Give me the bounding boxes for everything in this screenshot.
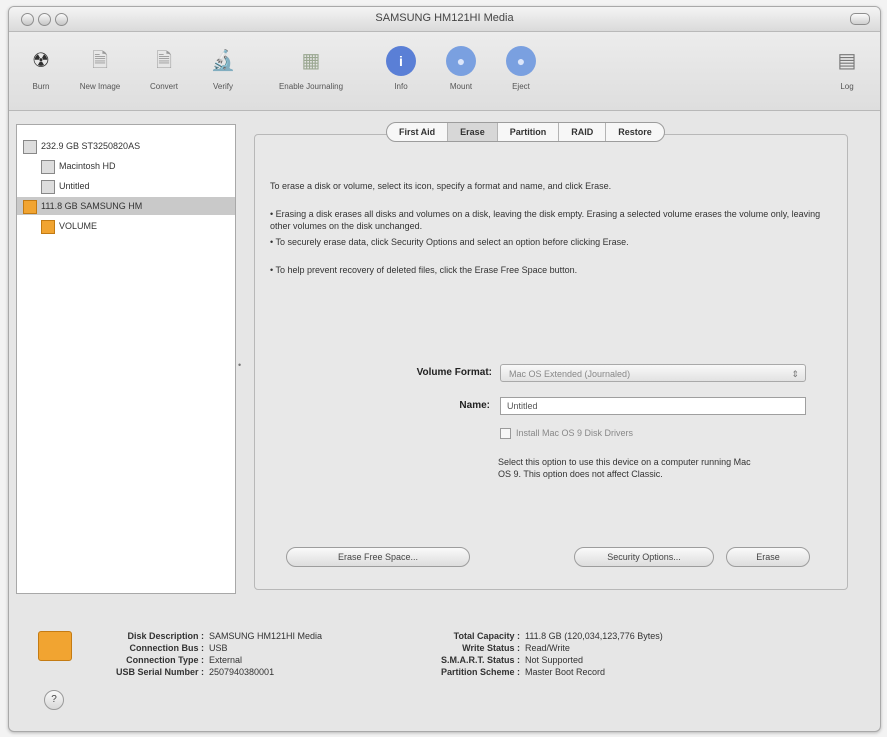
smart-status-row: S.M.A.R.T. Status : Not Supported xyxy=(440,655,584,665)
window-title: SAMSUNG HM121HI Media xyxy=(375,12,514,24)
new-image-icon: 🗎 xyxy=(91,50,109,72)
checkbox-icon xyxy=(500,428,511,440)
volume-item-untitled[interactable]: Untitled xyxy=(41,177,229,195)
connection-type-row: Connection Type : External xyxy=(126,655,243,665)
write-status-row: Write Status : Read/Write xyxy=(462,643,570,653)
erase-note-free-space: • To help prevent recovery of deleted fi… xyxy=(270,265,578,275)
security-options-button[interactable]: Security Options... xyxy=(574,547,714,567)
erase-panel xyxy=(254,134,848,590)
split-view-handle[interactable]: • xyxy=(238,360,248,372)
hard-disk-icon xyxy=(23,139,37,154)
partition-scheme-row: Partition Scheme : Master Boot Record xyxy=(440,667,606,677)
tab-raid[interactable]: RAID xyxy=(559,123,607,141)
disk-info-right: Total Capacity :111.8 GB (120,034,123,77… xyxy=(400,630,663,678)
volume-item-volume[interactable]: VOLUME xyxy=(41,217,229,235)
mount-button[interactable]: ● Mount xyxy=(441,46,481,91)
updown-arrows-icon: ⇕ xyxy=(791,369,799,379)
new-image-button[interactable]: 🗎 New Image xyxy=(71,46,129,91)
enable-journaling-button[interactable]: ▦ Enable Journaling xyxy=(259,46,363,91)
disk-info-left: Disk Description : SAMSUNG HM121HI Media … xyxy=(94,630,322,678)
eject-button[interactable]: ● Eject xyxy=(501,46,541,91)
volume-icon xyxy=(41,179,55,194)
info-button[interactable]: i Info xyxy=(381,46,421,91)
erase-button[interactable]: Erase xyxy=(726,547,810,567)
disk-item-st3250820as[interactable]: 232.9 GB ST3250820AS xyxy=(23,137,229,155)
erase-note-security: • To securely erase data, click Security… xyxy=(270,237,629,247)
install-mac-os9-drivers-checkbox[interactable]: Install Mac OS 9 Disk Drivers xyxy=(500,428,633,440)
disk-list[interactable]: 232.9 GB ST3250820AS Macintosh HD Untitl… xyxy=(16,124,236,594)
name-label: Name: xyxy=(459,400,490,411)
toolbar-toggle-button[interactable] xyxy=(850,13,870,25)
volume-icon xyxy=(41,159,55,174)
selected-disk-icon xyxy=(38,631,72,661)
mount-icon: ● xyxy=(446,46,476,76)
tab-partition[interactable]: Partition xyxy=(498,123,560,141)
convert-button[interactable]: 🗎 Convert xyxy=(139,46,189,91)
connection-bus-row: Connection Bus : USB xyxy=(129,643,228,653)
erase-note-disk: • Erasing a disk erases all disks and vo… xyxy=(270,209,821,231)
eject-icon: ● xyxy=(506,46,536,76)
tab-restore[interactable]: Restore xyxy=(606,123,664,141)
tab-bar: First Aid Erase Partition RAID Restore xyxy=(386,122,665,142)
total-capacity-row: Total Capacity :111.8 GB (120,034,123,77… xyxy=(453,631,663,641)
log-button[interactable]: ▤ Log xyxy=(827,46,867,91)
name-input[interactable]: Untitled xyxy=(500,397,806,415)
external-disk-icon xyxy=(23,199,37,214)
external-volume-icon xyxy=(41,219,55,234)
burn-button[interactable]: ☢ Burn xyxy=(19,46,63,91)
burn-icon: ☢ xyxy=(32,50,50,72)
convert-icon: 🗎 xyxy=(155,50,173,72)
microscope-icon: 🔬 xyxy=(210,50,236,72)
verify-button[interactable]: 🔬 Verify xyxy=(203,46,243,91)
tab-first-aid[interactable]: First Aid xyxy=(387,123,449,141)
log-icon: ▤ xyxy=(837,50,857,72)
os9-drivers-help-text: Select this option to use this device on… xyxy=(498,457,751,479)
toolbar: ☢ Burn 🗎 New Image 🗎 Convert 🔬 Verify ▦ … xyxy=(9,32,880,111)
disk-description-row: Disk Description : SAMSUNG HM121HI Media xyxy=(127,631,323,641)
journal-icon: ▦ xyxy=(301,50,321,72)
erase-free-space-button[interactable]: Erase Free Space... xyxy=(286,547,470,567)
volume-item-macintosh-hd[interactable]: Macintosh HD xyxy=(41,157,229,175)
erase-instructions: To erase a disk or volume, select its ic… xyxy=(270,181,612,191)
volume-format-label: Volume Format: xyxy=(416,367,492,378)
title-bar: SAMSUNG HM121HI Media xyxy=(9,7,880,32)
info-icon: i xyxy=(386,46,416,76)
tab-erase[interactable]: Erase xyxy=(448,123,498,141)
disk-item-samsung[interactable]: 111.8 GB SAMSUNG HM xyxy=(17,197,235,215)
volume-format-select[interactable]: Mac OS Extended (Journaled) ⇕ xyxy=(500,364,806,382)
help-button[interactable]: ? xyxy=(44,690,64,710)
usb-serial-row: USB Serial Number :2507940380001 xyxy=(115,667,275,677)
